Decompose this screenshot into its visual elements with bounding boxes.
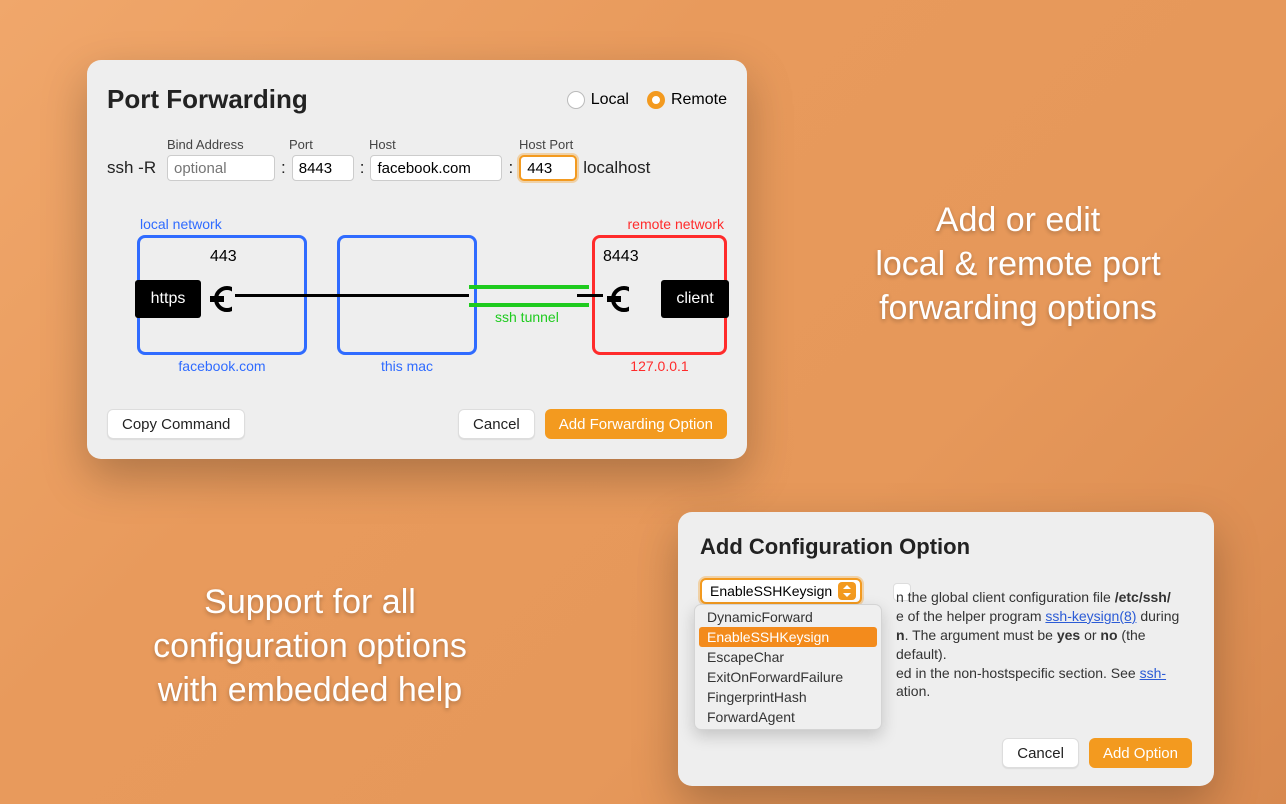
- field-labels-row: Bind Address Port Host Host Port: [167, 137, 727, 152]
- loopback-label: 127.0.0.1: [595, 358, 724, 374]
- facebook-label: facebook.com: [140, 358, 304, 374]
- connection-line: [235, 294, 469, 297]
- radio-dot-icon: [647, 91, 665, 109]
- ssh-keysign-link[interactable]: ssh-keysign(8): [1045, 608, 1136, 624]
- bind-address-input[interactable]: [167, 155, 275, 181]
- https-node: https: [135, 280, 201, 318]
- ssh-tunnel-line: [469, 285, 589, 289]
- fields-row: ssh -R : : : localhost: [107, 155, 727, 181]
- this-mac-label: this mac: [340, 358, 474, 374]
- option-dropdown-list: DynamicForwardEnableSSHKeysignEscapeChar…: [694, 604, 882, 730]
- ssh-prefix: ssh -R: [107, 158, 167, 178]
- local-network-label: local network: [140, 216, 304, 232]
- radio-local-label: Local: [591, 91, 629, 109]
- localhost-suffix: localhost: [577, 158, 650, 178]
- port-forwarding-panel: Port Forwarding Local Remote Bind Addres…: [87, 60, 747, 459]
- dropdown-item[interactable]: DynamicForward: [695, 607, 881, 627]
- caption-left: Support for allconfiguration optionswith…: [90, 580, 530, 713]
- add-forwarding-option-button[interactable]: Add Forwarding Option: [545, 409, 727, 439]
- colon: :: [354, 158, 371, 178]
- dropdown-item[interactable]: FingerprintHash: [695, 687, 881, 707]
- option-dropdown-value: EnableSSHKeysign: [710, 583, 832, 599]
- option-dropdown[interactable]: EnableSSHKeysign: [700, 578, 862, 604]
- radio-dot-icon: [567, 91, 585, 109]
- remote-port-label: 8443: [603, 248, 639, 266]
- caption-right: Add or editlocal & remote portforwarding…: [798, 198, 1238, 331]
- chevron-up-down-icon: [838, 582, 856, 600]
- forwarding-diagram: local network https 443 facebook.com thi…: [107, 205, 727, 385]
- cancel-button[interactable]: Cancel: [458, 409, 535, 439]
- radio-local[interactable]: Local: [567, 91, 629, 109]
- host-label: Host: [369, 137, 519, 152]
- page-title: Port Forwarding: [107, 84, 308, 115]
- pf-header: Port Forwarding Local Remote: [107, 84, 727, 115]
- dropdown-item[interactable]: ExitOnForwardFailure: [695, 667, 881, 687]
- ssh-tunnel-label: ssh tunnel: [495, 309, 559, 325]
- ssh-link[interactable]: ssh-: [1140, 665, 1166, 681]
- pf-button-row: Copy Command Cancel Add Forwarding Optio…: [107, 409, 727, 439]
- cancel-button[interactable]: Cancel: [1002, 738, 1079, 768]
- add-option-button[interactable]: Add Option: [1089, 738, 1192, 768]
- dropdown-item[interactable]: ForwardAgent: [695, 707, 881, 727]
- plug-icon: [210, 286, 240, 312]
- aco-title: Add Configuration Option: [700, 534, 1192, 560]
- plug-icon: [607, 286, 637, 312]
- add-config-option-panel: Add Configuration Option EnableSSHKeysig…: [678, 512, 1214, 786]
- client-node: client: [661, 280, 729, 318]
- host-input[interactable]: [370, 155, 502, 181]
- radio-remote-label: Remote: [671, 91, 727, 109]
- connection-line: [577, 294, 603, 297]
- forwarding-type-radios: Local Remote: [567, 91, 727, 109]
- aco-button-row: Cancel Add Option: [700, 738, 1192, 768]
- colon: :: [502, 158, 519, 178]
- port-input[interactable]: [292, 155, 354, 181]
- remote-network-box: remote network client 8443 127.0.0.1: [592, 235, 727, 355]
- host-port-input[interactable]: [519, 155, 577, 181]
- bind-address-label: Bind Address: [167, 137, 289, 152]
- radio-remote[interactable]: Remote: [647, 91, 727, 109]
- local-port-label: 443: [210, 248, 237, 266]
- dropdown-item[interactable]: EscapeChar: [695, 647, 881, 667]
- remote-network-label: remote network: [595, 216, 724, 232]
- ssh-tunnel-line: [469, 303, 589, 307]
- copy-command-button[interactable]: Copy Command: [107, 409, 245, 439]
- dropdown-item[interactable]: EnableSSHKeysign: [699, 627, 877, 647]
- help-text: n the global client configuration file /…: [896, 588, 1194, 701]
- host-port-label: Host Port: [519, 137, 597, 152]
- port-label: Port: [289, 137, 369, 152]
- colon: :: [275, 158, 292, 178]
